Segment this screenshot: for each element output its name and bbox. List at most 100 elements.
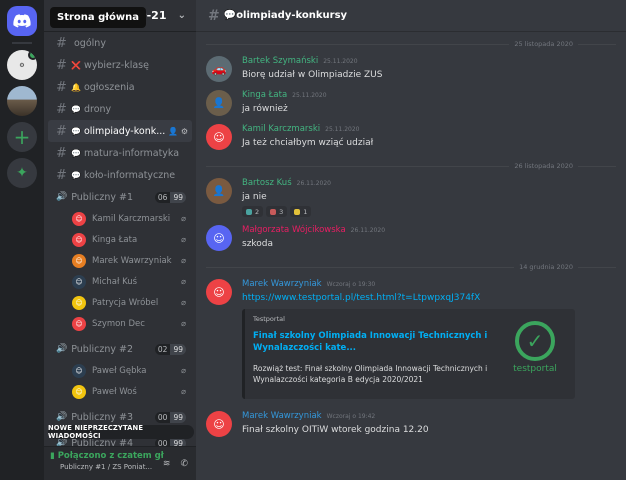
avatar[interactable]: ☺ [206, 411, 232, 437]
avatar: ☺ [72, 384, 86, 399]
channel-item[interactable]: # 💬 koło-informatyczne [48, 164, 192, 186]
pencil-icon [294, 208, 301, 215]
person-icon [270, 208, 277, 215]
channel-item[interactable]: # 🔔 ogłoszenia [48, 76, 192, 98]
date-divider: 25 listopada 2020 [196, 36, 626, 52]
user-count-badge: 06 99 [154, 191, 186, 203]
channel-label: matura-informatyka [83, 147, 180, 159]
author-name[interactable]: Bartek Szymański [242, 56, 318, 66]
voice-user[interactable]: ☺ Kamil Karczmarski ⌀ [44, 208, 196, 229]
voice-user[interactable]: ☺ Kinga Łata ⌀ [44, 229, 196, 250]
voice-user-name: Michał Kuś [92, 276, 138, 287]
channel-label: koło-informatyczne [83, 169, 176, 181]
channel-item[interactable]: # 💬 drony [48, 98, 192, 120]
voice-connection-panel: ▮ Połączono z czatem gł Publiczny #1 / Z… [44, 446, 196, 480]
channel-sidebar: 2020-21 ⌄ #ogólny#❌wybierz-klasę#🔔ogłosz… [44, 0, 196, 480]
reaction-count: 1 [303, 207, 308, 216]
voice-user[interactable]: ☺ Paweł Gębka ⌀ [44, 360, 196, 381]
author-name[interactable]: Marek Wawrzyniak [242, 411, 322, 421]
author-name[interactable]: Kinga Łata [242, 90, 287, 100]
channel-label: ogólny [74, 37, 106, 49]
channel-item[interactable]: # ogólny [48, 32, 192, 54]
logo-text: testportal [513, 364, 557, 374]
embed-title[interactable]: Finał szkolny Olimpiada Innowacji Techni… [253, 330, 488, 354]
voice-channel-label: Publiczny #3 [71, 411, 133, 423]
voice-user[interactable]: ☺ Patrycja Wróbel ⌀ [44, 292, 196, 313]
channel-header: # 💬 olimpiady-konkursy [196, 0, 626, 32]
user-limit: 99 [170, 343, 186, 355]
timestamp: Wczoraj o 19:30 [326, 281, 376, 288]
channel-emoji: 💬 [71, 148, 81, 158]
channel-item[interactable]: # ❌ wybierz-klasę [48, 54, 192, 76]
speaker-icon: 🔊 [56, 192, 68, 202]
user-count: 00 [154, 411, 171, 423]
server-icon-landscape[interactable] [7, 86, 37, 116]
author-name[interactable]: Kamil Karczmarski [242, 124, 320, 134]
server-icon-school[interactable]: ⚙ [7, 50, 37, 80]
reaction-pencil[interactable]: 1 [290, 206, 312, 217]
date-divider: 14 grudnia 2020 [196, 259, 626, 275]
reaction-owl[interactable]: 2 [242, 206, 264, 217]
new-unread-messages-pill[interactable]: NOWE NIEPRZECZYTANE WIADOMOŚCI [48, 424, 194, 440]
message: 🚗 Bartek Szymański 25.11.2020 Biorę udzi… [196, 52, 626, 86]
message-link[interactable]: https://www.testportal.pl/test.html?t=Lt… [242, 293, 616, 303]
compass-icon: ✦ [16, 165, 28, 181]
voice-user[interactable]: ☺ Szymon Dec ⌀ [44, 313, 196, 334]
discord-app: ⚙ + ✦ Strona główna 2020-21 ⌄ #ogólny#❌w… [0, 0, 626, 480]
hashtag-icon: # [56, 123, 67, 139]
discord-default-avatar-icon: ☺ [213, 285, 225, 299]
add-server-button[interactable]: + [7, 122, 37, 152]
disconnect-icon[interactable]: ✆ [180, 459, 188, 469]
author-name[interactable]: Bartosz Kuś [242, 178, 292, 188]
date-divider: 26 listopada 2020 [196, 158, 626, 174]
avatar[interactable]: 👤 [206, 178, 232, 204]
voice-channel[interactable]: 🔊 Publiczny #2 02 99 [48, 338, 192, 360]
person-icon: 👤 [212, 97, 226, 109]
voice-user-name: Patrycja Wróbel [92, 297, 159, 308]
hashtag-icon: # [56, 79, 67, 95]
person-icon: 👤 [212, 185, 226, 197]
voice-user[interactable]: ☺ Marek Wawrzyniak ⌀ [44, 250, 196, 271]
avatar[interactable]: ☺ [206, 124, 232, 150]
timestamp: 25.11.2020 [325, 126, 360, 133]
add-member-icon[interactable]: 👤 [168, 127, 178, 136]
author-name[interactable]: Marek Wawrzyniak [242, 279, 322, 289]
discord-logo-icon [13, 14, 31, 28]
noise-suppression-icon[interactable]: ≋ [163, 459, 171, 469]
hashtag-icon: # [56, 57, 67, 73]
rail-separator [12, 42, 32, 44]
channel-item[interactable]: # 💬 olimpiady-konk... 👤 ⚙ [48, 120, 192, 142]
speaker-icon: 🔊 [56, 344, 68, 354]
channel-label: drony [83, 103, 112, 115]
gear-icon[interactable]: ⚙ [181, 127, 188, 136]
explore-servers-button[interactable]: ✦ [7, 158, 37, 188]
link-embed: Testportal Finał szkolny Olimpiada Innow… [242, 309, 575, 399]
voice-channel[interactable]: 🔊 Publiczny #1 06 99 [48, 186, 192, 208]
voice-user-name: Kinga Łata [92, 234, 138, 245]
discord-default-avatar-icon: ☺ [213, 231, 225, 245]
avatar: ☺ [72, 363, 86, 378]
voice-status-label: Połączono z czatem gł [57, 451, 164, 461]
avatar: ☺ [72, 274, 86, 289]
author-name[interactable]: Małgorzata Wójcikowska [242, 225, 346, 235]
deafened-icon: ⌀ [181, 235, 186, 244]
voice-user-name: Paweł Woś [92, 386, 137, 397]
hashtag-icon: # [56, 35, 67, 51]
avatar[interactable]: 👤 [206, 90, 232, 116]
voice-user[interactable]: ☺ Michał Kuś ⌀ [44, 271, 196, 292]
channel-item[interactable]: # 💬 matura-informatyka [48, 142, 192, 164]
deafened-icon: ⌀ [181, 214, 186, 223]
avatar[interactable]: ☺ [206, 279, 232, 305]
voice-user[interactable]: ☺ Paweł Woś ⌀ [44, 381, 196, 402]
reaction-person[interactable]: 3 [266, 206, 288, 217]
user-count-badge: 02 99 [154, 343, 186, 355]
voice-channel-label: Publiczny #2 [71, 343, 133, 355]
channel-emoji: 💬 [71, 126, 81, 136]
avatar[interactable]: 🚗 [206, 56, 232, 82]
voice-user-name: Marek Wawrzyniak [92, 255, 172, 266]
reaction-bar: 2 3 1 [242, 206, 616, 217]
deafened-icon: ⌀ [181, 366, 186, 375]
home-button[interactable] [7, 6, 37, 36]
deafened-icon: ⌀ [181, 387, 186, 396]
avatar[interactable]: ☺ [206, 225, 232, 251]
